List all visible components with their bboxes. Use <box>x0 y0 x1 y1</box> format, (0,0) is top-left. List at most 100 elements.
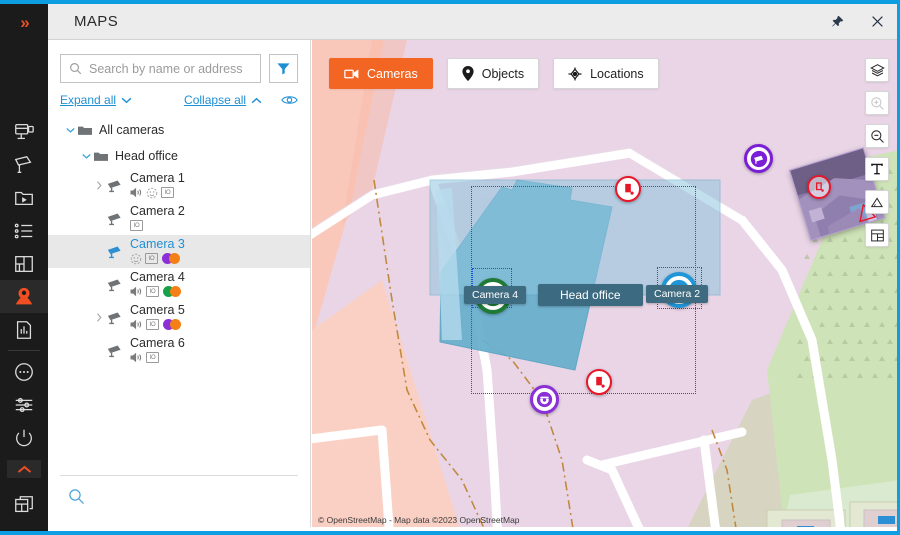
sidebar-item-more[interactable] <box>0 355 48 388</box>
tree-item-camera-2[interactable]: Camera 2 IO <box>48 202 310 235</box>
io-badge: IO <box>161 187 174 198</box>
title-bar-actions <box>817 4 897 39</box>
speaker-icon <box>130 187 142 198</box>
status-dots <box>163 286 181 297</box>
chevron-down-icon[interactable] <box>62 127 78 133</box>
tree-item-camera-3[interactable]: Camera 3 IO <box>48 235 310 268</box>
application-window: » MAPS Search by name or address Expand … <box>0 0 900 535</box>
alarm-icon <box>815 181 824 192</box>
alarm-marker-thumbnail[interactable] <box>807 175 831 199</box>
footer-search-button[interactable] <box>60 488 298 505</box>
zoom-out-button[interactable] <box>865 124 889 148</box>
power-icon <box>16 429 32 446</box>
sidebar-item-monitor[interactable] <box>0 115 48 148</box>
rail-collapse-button[interactable] <box>7 460 41 478</box>
alarm-icon <box>624 183 634 195</box>
folder-icon <box>94 151 108 162</box>
tab-cameras-label: Cameras <box>367 66 418 81</box>
sidebar-item-layouts[interactable] <box>0 247 48 280</box>
tree-item-camera-6[interactable]: Camera 6 IO <box>48 334 310 367</box>
left-nav-rail: » <box>0 4 48 531</box>
sidebar-item-settings[interactable] <box>0 388 48 421</box>
tab-locations[interactable]: Locations <box>553 58 659 89</box>
sidebar-item-maps[interactable] <box>0 280 48 313</box>
camera-badges: IO <box>130 252 185 265</box>
pin-button[interactable] <box>817 4 857 39</box>
map-canvas[interactable]: Head office Camera 4 Camera 2 Cameras Ob… <box>312 40 897 527</box>
status-dot-orange <box>169 253 180 264</box>
sidebar-item-cameras[interactable] <box>0 148 48 181</box>
folder-icon <box>78 125 92 136</box>
layers-button[interactable] <box>865 58 889 82</box>
io-badge: IO <box>130 220 143 231</box>
camera-badges: IO <box>130 318 185 331</box>
expand-all-link[interactable]: Expand all <box>60 93 132 107</box>
list-icon <box>14 223 33 238</box>
chevron-right-icon[interactable] <box>91 313 107 322</box>
tree-item-head-office[interactable]: Head office <box>48 143 310 169</box>
sidebar-item-events[interactable] <box>0 214 48 247</box>
camera-icon <box>107 278 124 292</box>
camera-label: Camera 3 <box>130 237 185 251</box>
speaker-icon <box>130 319 142 330</box>
rail-expand-button[interactable]: » <box>0 4 48 41</box>
measure-angle-button[interactable] <box>865 190 889 214</box>
tree-controls-row: Expand all Collapse all <box>48 83 310 107</box>
chevron-down-icon[interactable] <box>78 153 94 159</box>
camera-icon <box>107 245 124 259</box>
sidebar-item-archive[interactable] <box>0 181 48 214</box>
map-pin-icon <box>462 66 474 81</box>
camera-5-content: Camera 5 IO <box>130 304 185 331</box>
video-camera-icon <box>344 68 359 79</box>
camera-badges: IO <box>130 186 185 199</box>
close-button[interactable] <box>857 4 897 39</box>
rail-bottom-group <box>0 454 48 531</box>
tab-objects[interactable]: Objects <box>446 58 540 89</box>
rail-windows-button[interactable] <box>0 488 48 521</box>
motion-icon <box>130 253 142 264</box>
alarm-marker-top[interactable] <box>615 176 641 202</box>
status-dot-orange <box>170 319 181 330</box>
text-tool-button[interactable] <box>865 157 889 181</box>
collapse-all-link[interactable]: Collapse all <box>184 93 262 107</box>
tree-item-all-cameras[interactable]: All cameras <box>48 117 310 143</box>
tab-locations-label: Locations <box>590 66 644 81</box>
chevron-down-icon <box>121 97 132 103</box>
map-attribution: © OpenStreetMap - Map data ©2023 OpenStr… <box>318 515 520 525</box>
chevron-up-icon <box>17 465 31 473</box>
chevron-right-icon[interactable] <box>91 181 107 190</box>
camera-badges: IO <box>130 219 185 232</box>
camera-6-content: Camera 6 IO <box>130 337 185 364</box>
zoom-in-icon <box>870 96 884 110</box>
building-label: Head office <box>538 284 643 306</box>
camera-4-label: Camera 4 <box>464 286 527 304</box>
tree-item-camera-5[interactable]: Camera 5 IO <box>48 301 310 334</box>
camera-2-content: Camera 2 IO <box>130 205 185 232</box>
search-input[interactable] <box>89 61 252 76</box>
sidebar-item-power[interactable] <box>0 421 48 454</box>
search-box[interactable] <box>60 54 261 83</box>
zoom-in-button[interactable] <box>865 91 889 115</box>
tree-label-all-cameras: All cameras <box>99 123 165 137</box>
tree-item-camera-4[interactable]: Camera 4 IO <box>48 268 310 301</box>
camera-marker-road[interactable] <box>744 144 773 173</box>
tab-cameras[interactable]: Cameras <box>329 58 433 89</box>
visibility-toggle-button[interactable] <box>281 94 298 106</box>
status-dot-orange <box>170 286 181 297</box>
tree-item-camera-1[interactable]: Camera 1 IO <box>48 169 310 202</box>
io-badge: IO <box>146 352 159 363</box>
sidebar-item-reports[interactable] <box>0 313 48 346</box>
grid-button[interactable] <box>865 223 889 247</box>
camera-icon <box>107 311 124 325</box>
camera-4-content: Camera 4 IO <box>130 271 185 298</box>
more-icon <box>15 362 33 381</box>
dome-camera-marker[interactable] <box>530 385 559 414</box>
page-title: MAPS <box>74 13 119 30</box>
camera-label: Camera 1 <box>130 171 185 185</box>
camera-label: Camera 2 <box>130 204 185 218</box>
filter-button[interactable] <box>269 54 298 83</box>
camera-1-content: Camera 1 IO <box>130 172 185 199</box>
camera-label: Camera 6 <box>130 336 185 350</box>
search-row <box>48 40 310 83</box>
alarm-marker-bottom[interactable] <box>586 369 612 395</box>
